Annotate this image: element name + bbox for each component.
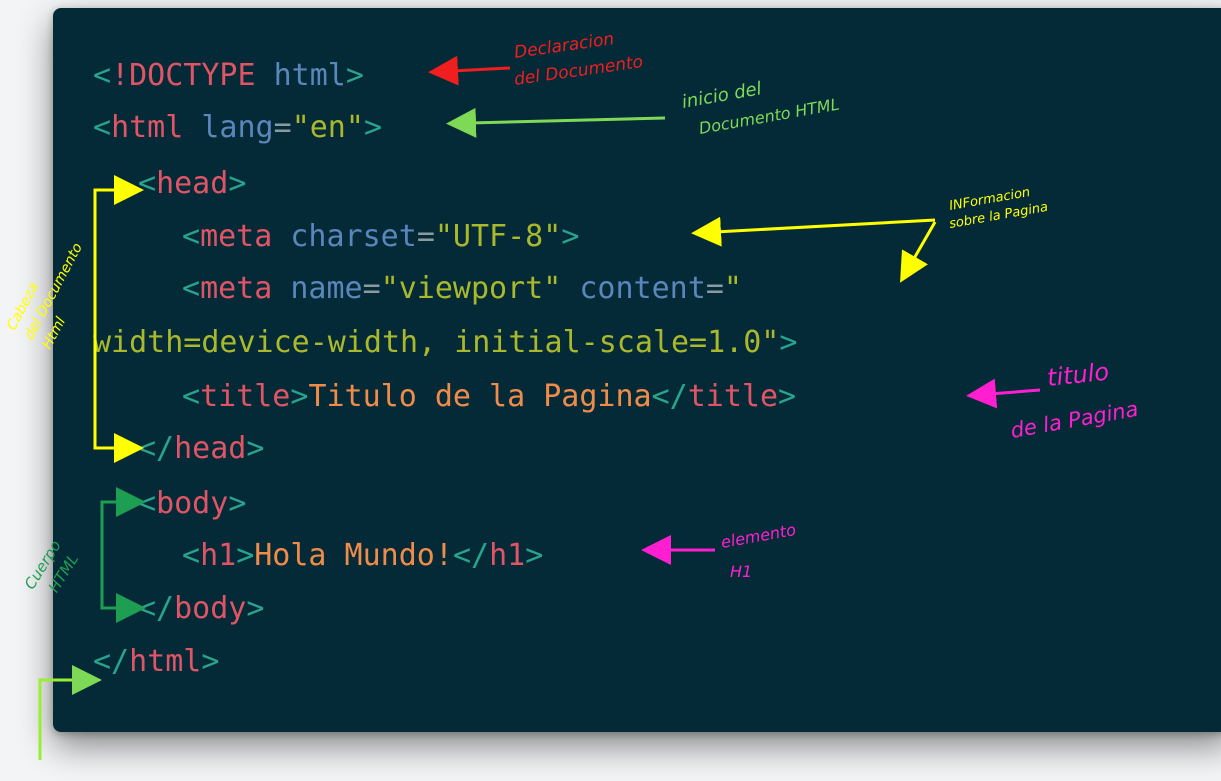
meta-charset-arrow <box>691 216 936 247</box>
head-note: Cabeza del Documento Html <box>4 241 86 352</box>
h1-note-line2: H1 <box>730 562 752 581</box>
html-start-note-line1: inicio del <box>680 78 763 113</box>
title-arrow <box>966 378 1041 409</box>
head-bracket <box>93 188 116 450</box>
title-note-line2: de la Pagina <box>1009 397 1140 443</box>
html-start-arrow <box>446 107 666 138</box>
doctype-arrow <box>428 55 511 86</box>
meta-viewport-arrow <box>900 221 937 283</box>
annotation-layer: Declaracion del Documento inicio del Doc… <box>4 29 1140 760</box>
html-close-arrow <box>38 678 70 760</box>
body-bracket <box>100 500 116 610</box>
h1-note-line1: elemento <box>719 520 797 552</box>
title-note-line1: titulo <box>1046 358 1111 392</box>
body-note: Cuerpo HTML <box>21 537 82 596</box>
